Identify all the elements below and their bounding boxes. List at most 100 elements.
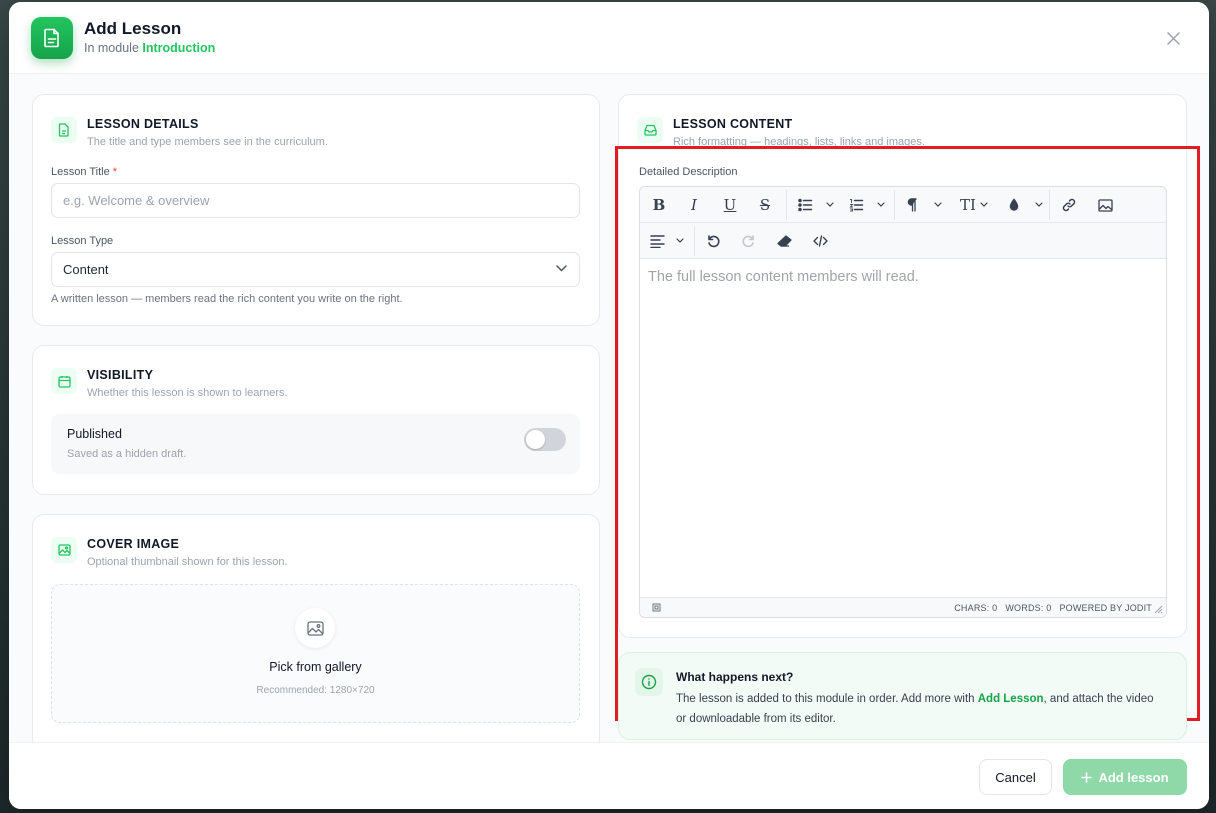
lesson-content-title: LESSON CONTENT	[673, 117, 793, 131]
info-text-before: The lesson is added to this module in or…	[676, 693, 978, 705]
bullet-list-button[interactable]	[797, 195, 837, 215]
numbered-list-button[interactable]	[848, 195, 888, 215]
image-icon	[1097, 198, 1113, 212]
info-add-lesson-link: Add Lesson	[977, 693, 1044, 705]
lesson-details-subtitle: The title and type members see in the cu…	[87, 136, 328, 148]
code-icon	[812, 235, 828, 247]
visibility-title: VISIBILITY	[87, 368, 154, 382]
status-right: CHARS: 0 WORDS: 0 POWERED BY JODIT	[954, 603, 1152, 613]
close-icon	[1166, 31, 1180, 45]
lesson-type-label: Lesson Type	[51, 235, 114, 247]
plus-icon	[1081, 771, 1093, 783]
resize-handle-icon	[1154, 605, 1163, 614]
editor-content-area[interactable]: The full lesson content members will rea…	[640, 259, 1166, 598]
lesson-type-hint: A written lesson — members read the rich…	[51, 293, 403, 305]
add-lesson-modal: Add Lesson In module Introduction LESSON…	[9, 2, 1209, 809]
rich-text-editor: B I U S TI The full lesson content membe…	[639, 186, 1167, 618]
cover-image-card: COVER IMAGE Optional thumbnail shown for…	[32, 514, 600, 742]
cancel-button[interactable]: Cancel	[979, 759, 1052, 795]
add-lesson-button[interactable]: Add lesson	[1063, 759, 1187, 795]
color-drop-icon	[1009, 198, 1043, 211]
source-code-button[interactable]	[812, 231, 828, 251]
word-count: WORDS: 0	[1005, 603, 1052, 613]
modal-subtitle: In module Introduction	[84, 41, 215, 55]
link-icon	[1062, 198, 1076, 212]
lesson-type-value: Content	[63, 262, 109, 277]
published-row: Published Saved as a hidden draft.	[51, 414, 580, 474]
editor-toolbar: B I U S TI	[640, 187, 1166, 259]
toolbar-row-2	[640, 223, 1166, 259]
toolbar-row-1: B I U S TI	[640, 187, 1166, 223]
lesson-title-label-text: Lesson Title	[51, 166, 110, 178]
redo-button[interactable]	[741, 231, 757, 251]
text-color-button[interactable]	[1006, 195, 1046, 215]
numbered-list-icon	[849, 199, 885, 212]
lesson-content-subtitle: Rich formatting — headings, lists, links…	[673, 136, 925, 148]
toolbar-divider	[1049, 190, 1050, 220]
visibility-card: VISIBILITY Whether this lesson is shown …	[32, 345, 600, 495]
info-title: What happens next?	[676, 670, 794, 684]
align-left-icon	[650, 235, 684, 248]
close-button[interactable]	[1163, 28, 1183, 48]
lesson-details-card: LESSON DETAILS The title and type member…	[32, 94, 600, 326]
font-size-button[interactable]: TI	[955, 195, 995, 215]
document-icon	[51, 117, 77, 143]
underline-button[interactable]: U	[722, 195, 738, 215]
chevron-down-icon	[980, 202, 988, 207]
visibility-subtitle: Whether this lesson is shown to learners…	[87, 387, 288, 399]
insert-link-button[interactable]	[1060, 195, 1078, 215]
lesson-title-label: Lesson Title *	[51, 166, 117, 178]
toolbar-divider	[894, 190, 895, 220]
what-happens-next-card: What happens next? The lesson is added t…	[618, 652, 1187, 740]
paragraph-icon	[907, 198, 942, 212]
font-size-label: TI	[960, 196, 976, 214]
toolbar-divider	[694, 226, 695, 256]
cover-image-title: COVER IMAGE	[87, 537, 180, 551]
lesson-content-card: LESSON CONTENT Rich formatting — heading…	[618, 94, 1187, 638]
lesson-type-select[interactable]: Content	[51, 252, 580, 287]
cover-image-subtitle: Optional thumbnail shown for this lesson…	[87, 556, 288, 568]
inbox-icon	[637, 117, 663, 143]
pick-from-gallery-label: Pick from gallery	[269, 660, 362, 674]
powered-by: POWERED BY JODIT	[1059, 603, 1152, 613]
toggle-knob	[526, 430, 545, 449]
image-icon	[51, 537, 77, 563]
info-icon	[635, 668, 663, 696]
published-toggle[interactable]	[524, 428, 566, 451]
module-prefix: In module	[84, 41, 139, 55]
modal-title: Add Lesson	[84, 19, 182, 38]
chevron-down-icon	[556, 265, 567, 272]
editor-status-bar: CHARS: 0 WORDS: 0 POWERED BY JODIT	[640, 597, 1166, 617]
document-icon	[31, 17, 73, 59]
modal-footer: Cancel Add lesson	[9, 742, 1209, 809]
recommended-size: Recommended: 1280×720	[256, 685, 375, 696]
module-name: Introduction	[142, 41, 216, 55]
bold-button[interactable]: B	[651, 195, 667, 215]
resize-grip-icon	[652, 603, 661, 612]
undo-icon	[708, 235, 720, 248]
paragraph-button[interactable]	[905, 195, 945, 215]
undo-button[interactable]	[705, 231, 721, 251]
add-lesson-label: Add lesson	[1098, 769, 1169, 785]
pick-from-gallery-dropzone[interactable]: Pick from gallery Recommended: 1280×720	[51, 584, 580, 723]
info-text: The lesson is added to this module in or…	[676, 689, 1166, 729]
bullet-list-icon	[798, 198, 834, 212]
strikethrough-button[interactable]: S	[757, 195, 773, 215]
align-button[interactable]	[649, 231, 689, 251]
detailed-description-label: Detailed Description	[639, 166, 738, 178]
modal-body: LESSON DETAILS The title and type member…	[9, 74, 1209, 742]
lesson-title-input[interactable]	[51, 183, 580, 218]
redo-icon	[742, 235, 754, 248]
modal-header: Add Lesson In module Introduction	[9, 2, 1209, 74]
eraser-icon	[776, 235, 792, 247]
insert-image-button[interactable]	[1096, 195, 1114, 215]
lesson-details-title: LESSON DETAILS	[87, 117, 199, 131]
calendar-icon	[51, 368, 77, 394]
char-count: CHARS: 0	[954, 603, 998, 613]
required-mark: *	[112, 166, 118, 178]
clear-format-button[interactable]	[776, 231, 792, 251]
published-sub: Saved as a hidden draft.	[67, 448, 187, 460]
editor-placeholder: The full lesson content members will rea…	[648, 269, 919, 285]
italic-button[interactable]: I	[686, 195, 702, 215]
published-label: Published	[67, 427, 122, 441]
